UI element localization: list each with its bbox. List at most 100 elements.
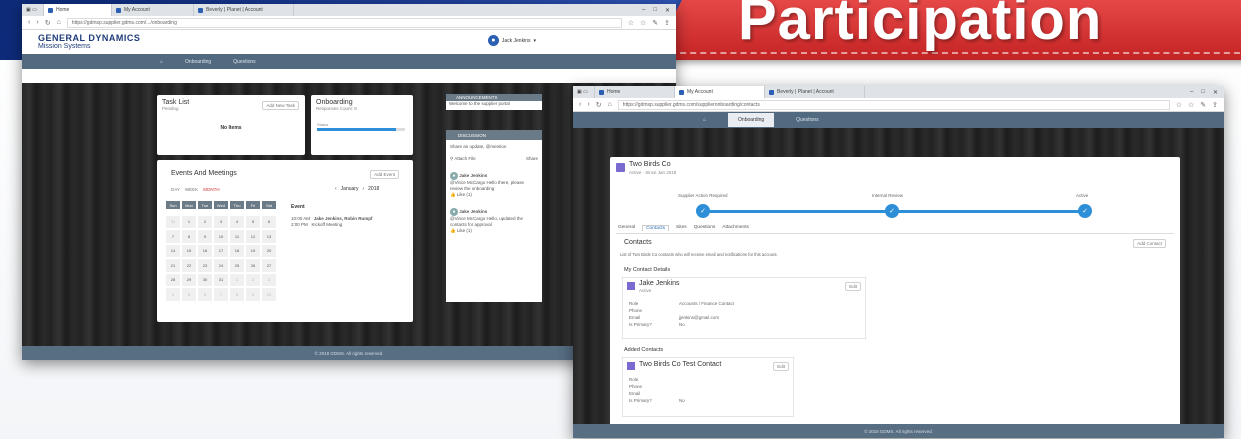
calendar-day[interactable]: 7: [165, 229, 181, 244]
calendar-day[interactable]: 11: [229, 229, 245, 244]
calendar-day[interactable]: 3: [213, 214, 229, 229]
calendar-day[interactable]: 31: [213, 272, 229, 287]
calendar-day[interactable]: 9: [197, 229, 213, 244]
calendar-day[interactable]: 7: [213, 287, 229, 302]
edit-contact-button[interactable]: Edit: [773, 362, 789, 371]
share-icon[interactable]: ⇪: [1212, 101, 1218, 109]
edit-contact-button[interactable]: Edit: [845, 282, 861, 291]
tab-account[interactable]: Beverly | Planet | Account: [765, 86, 865, 98]
nav-questions[interactable]: Questions: [796, 117, 819, 123]
post-input[interactable]: Share an update, @mention: [450, 144, 538, 150]
calendar-day[interactable]: 28: [165, 272, 181, 287]
tab-my-account[interactable]: My Account: [112, 4, 194, 16]
nav-onboarding[interactable]: Onboarding: [728, 113, 775, 127]
tab-actions[interactable]: ▣ ▭: [573, 86, 595, 98]
refresh-icon[interactable]: ↻: [45, 19, 51, 27]
calendar-day[interactable]: 8: [229, 287, 245, 302]
back-icon[interactable]: ‹: [579, 101, 581, 108]
home-icon[interactable]: ⌂: [608, 101, 612, 108]
favorite-icon[interactable]: ☆: [628, 19, 634, 27]
back-icon[interactable]: ‹: [28, 19, 30, 26]
forward-icon[interactable]: ›: [587, 101, 589, 108]
add-event-button[interactable]: Add Event: [370, 170, 399, 179]
tab-actions[interactable]: ▣ ▭: [22, 4, 44, 16]
calendar-day[interactable]: 17: [213, 243, 229, 258]
tab-home[interactable]: Home: [44, 4, 112, 16]
calendar-day[interactable]: 10: [261, 287, 277, 302]
calendar-day[interactable]: 13: [261, 229, 277, 244]
calendar-day[interactable]: 5: [181, 287, 197, 302]
calendar-day[interactable]: 23: [197, 258, 213, 273]
forward-icon[interactable]: ›: [36, 19, 38, 26]
calendar-day[interactable]: 10: [213, 229, 229, 244]
calendar-day[interactable]: 2: [245, 272, 261, 287]
calendar-day[interactable]: 9: [245, 287, 261, 302]
url-field[interactable]: https://gdmsp.supplier.gdms.com/.../onbo…: [66, 17, 622, 28]
share-icon[interactable]: ⇪: [664, 19, 670, 27]
url-field[interactable]: https://gdmsp.supplier.gdms.com/supplier…: [617, 99, 1170, 110]
calendar-day[interactable]: 14: [165, 243, 181, 258]
calendar-day[interactable]: 3: [261, 272, 277, 287]
calendar-day[interactable]: 22: [181, 258, 197, 273]
calendar-day[interactable]: 31: [165, 214, 181, 229]
calendar-day[interactable]: 1: [229, 272, 245, 287]
favorites-bar-icon[interactable]: ☆: [1188, 101, 1194, 109]
calendar-day[interactable]: 6: [261, 214, 277, 229]
like-button[interactable]: 👍 Like (1): [450, 192, 538, 198]
user-menu[interactable]: ● Jack Jenkins ▾: [487, 35, 536, 46]
calendar-day[interactable]: 30: [197, 272, 213, 287]
calendar-day[interactable]: 18: [229, 243, 245, 258]
home-icon[interactable]: ⌂: [57, 19, 61, 26]
chevron-left-icon[interactable]: ‹: [335, 186, 337, 192]
calendar-day[interactable]: 8: [181, 229, 197, 244]
favorite-icon[interactable]: ☆: [1176, 101, 1182, 109]
calendar-day[interactable]: 26: [245, 258, 261, 273]
calendar-day[interactable]: 21: [165, 258, 181, 273]
calendar-day[interactable]: 4: [229, 214, 245, 229]
view-day[interactable]: DAY: [171, 187, 180, 192]
calendar-day[interactable]: 27: [261, 258, 277, 273]
attach-file-button[interactable]: ⚲ Attach File: [450, 156, 476, 162]
calendar-day[interactable]: 6: [197, 287, 213, 302]
tab-questions[interactable]: Questions: [694, 225, 716, 231]
window-controls[interactable]: – □ ✕: [1190, 89, 1224, 96]
calendar-day[interactable]: 29: [181, 272, 197, 287]
calendar-day[interactable]: 5: [245, 214, 261, 229]
calendar-day[interactable]: 15: [181, 243, 197, 258]
favorites-bar-icon[interactable]: ☆: [640, 19, 646, 27]
like-button[interactable]: 👍 Like (1): [450, 228, 538, 234]
year-select[interactable]: 2018: [368, 186, 379, 192]
calendar-day[interactable]: 19: [245, 243, 261, 258]
calendar-day[interactable]: 2: [197, 214, 213, 229]
month-select[interactable]: January: [341, 186, 359, 192]
tab-attachments[interactable]: Attachments: [722, 225, 749, 231]
tab-home[interactable]: Home: [595, 86, 675, 98]
pen-icon[interactable]: ✎: [1200, 101, 1206, 109]
step-complete-icon[interactable]: ✓: [885, 204, 899, 218]
nav-questions[interactable]: Questions: [233, 59, 256, 65]
home-nav-icon[interactable]: ⌂: [160, 59, 163, 65]
calendar-day[interactable]: 1: [181, 214, 197, 229]
calendar-day[interactable]: 16: [197, 243, 213, 258]
tab-account[interactable]: Beverly | Planet | Account: [194, 4, 294, 16]
calendar-day[interactable]: 24: [213, 258, 229, 273]
share-button[interactable]: Share: [526, 156, 538, 162]
tab-my-account[interactable]: My Account: [675, 86, 765, 98]
pen-icon[interactable]: ✎: [652, 19, 658, 27]
step-complete-icon[interactable]: ✓: [1078, 204, 1092, 218]
chevron-right-icon[interactable]: ›: [362, 186, 364, 192]
calendar-day[interactable]: 20: [261, 243, 277, 258]
view-month[interactable]: MONTH: [203, 187, 220, 192]
calendar-day[interactable]: 12: [245, 229, 261, 244]
tab-general[interactable]: General: [618, 225, 635, 231]
refresh-icon[interactable]: ↻: [596, 101, 602, 109]
calendar-day[interactable]: 4: [165, 287, 181, 302]
step-complete-icon[interactable]: ✓: [696, 204, 710, 218]
add-task-button[interactable]: Add New Task: [262, 101, 299, 110]
add-contact-button[interactable]: Add Contact: [1133, 239, 1166, 248]
nav-onboarding[interactable]: Onboarding: [185, 59, 211, 65]
logo[interactable]: GENERAL DYNAMICS Mission Systems: [38, 33, 140, 51]
event-row[interactable]: 2:00 PM Kickoff Meeting: [291, 222, 373, 228]
view-week[interactable]: WEEK: [185, 187, 198, 192]
calendar-day[interactable]: 25: [229, 258, 245, 273]
